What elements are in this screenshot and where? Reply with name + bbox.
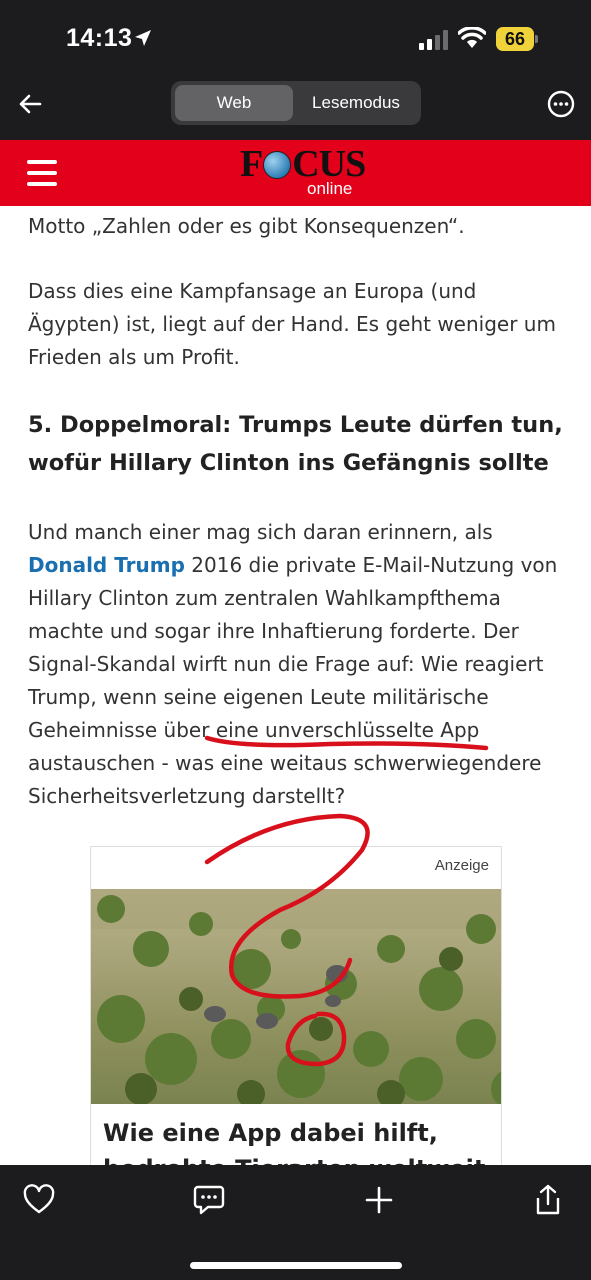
more-icon[interactable] [547,90,575,118]
donald-trump-link[interactable]: Donald Trump [28,553,185,577]
globe-icon [263,151,292,179]
wifi-icon [458,27,486,48]
comment-icon[interactable] [192,1183,226,1217]
back-arrow-icon[interactable] [14,88,46,120]
advertisement[interactable]: Anzeige Wie eine App dabei hilft, [90,846,502,1166]
ad-label: Anzeige [434,857,489,874]
bottom-toolbar [0,1165,591,1280]
logo-letter-f: F [240,143,263,185]
article-paragraph: Und manch einer mag sich daran erinnern,… [28,516,568,813]
signal-icon [419,30,448,50]
browser-toolbar: Web Lesemodus [0,78,591,140]
share-icon[interactable] [531,1183,565,1217]
home-indicator[interactable] [190,1262,402,1269]
plus-icon[interactable] [362,1183,396,1217]
status-bar: 14:13 66 [0,0,591,78]
article-paragraph: Motto „Zahlen oder es gibt Konsequenzen“… [28,214,465,238]
view-mode-segmented-control: Web Lesemodus [171,81,421,125]
site-logo[interactable]: F CUS [240,143,366,185]
ad-image[interactable] [91,889,501,1104]
battery-level: 66 [496,27,534,51]
paragraph-text: Und manch einer mag sich daran erinnern,… [28,520,493,544]
status-time: 14:13 [66,24,133,52]
segment-reader-mode[interactable]: Lesemodus [295,85,417,121]
ad-title[interactable]: Wie eine App dabei hilft, bedrohte Tiera… [103,1115,493,1166]
site-header: F CUS online [0,140,591,206]
battery-indicator: 66 [496,27,538,51]
battery-cap [535,35,538,43]
heart-icon[interactable] [22,1183,56,1217]
paragraph-text: 2016 die private E-Mail-Nutzung von Hill… [28,553,558,808]
menu-icon[interactable] [27,160,57,186]
logo-online: online [307,179,353,198]
savanna-elephants-image [91,889,501,1104]
section-heading: 5. Doppelmoral: Trumps Leute dürfen tun,… [28,412,563,476]
article-paragraph: Dass dies eine Kampfansage an Europa (un… [28,279,556,369]
article-content: Motto „Zahlen oder es gibt Konsequenzen“… [0,206,591,1166]
location-arrow-icon [135,30,151,46]
segment-web[interactable]: Web [175,85,293,121]
